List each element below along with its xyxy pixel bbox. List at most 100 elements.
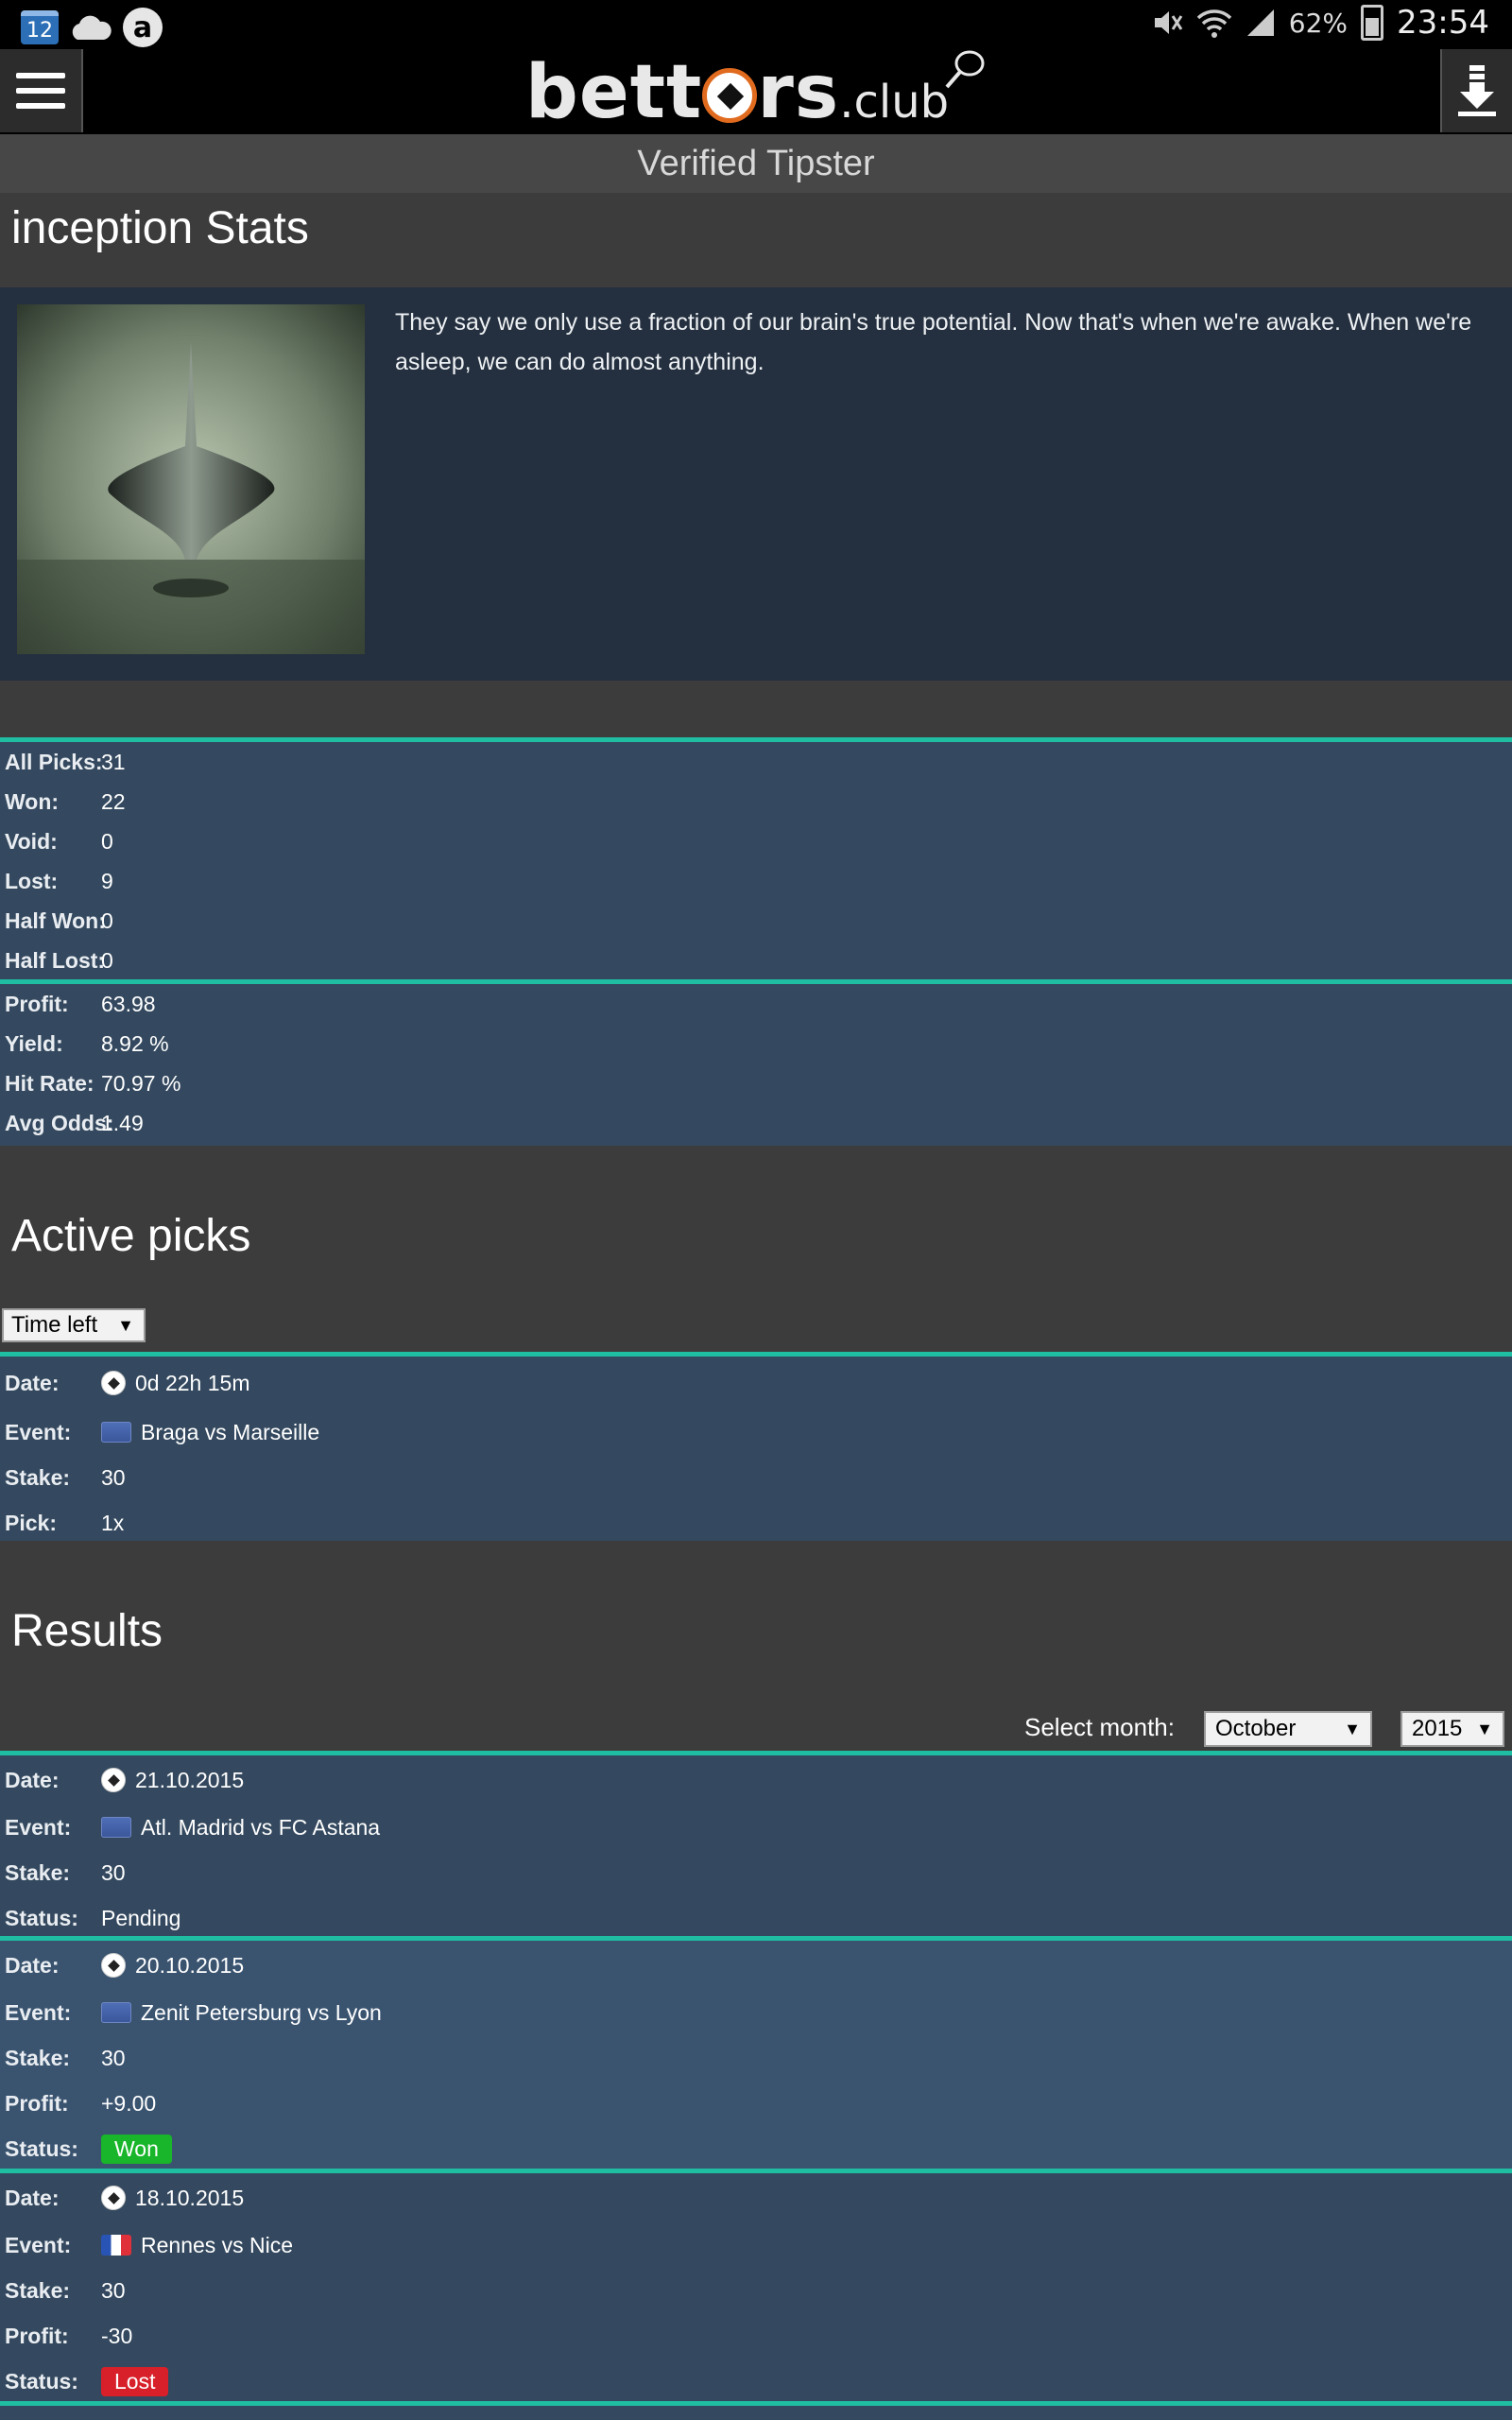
download-button[interactable] (1440, 49, 1512, 132)
result-event[interactable]: Rennes vs Nice (141, 2233, 293, 2258)
stat-value: 63.98 (101, 991, 156, 1016)
tennis-racket-icon (945, 50, 985, 89)
stat-row: Hit Rate: 70.97 % (0, 1063, 1512, 1103)
stat-label: All Picks: (5, 749, 103, 774)
picks-stats-panel: All Picks: 31 Won: 22 Void: 0 Lost: 9 Half W… (0, 737, 1512, 981)
status-badge-won: Won (101, 2134, 172, 2164)
pick-event[interactable]: Braga vs Marseille (141, 1420, 319, 1445)
stat-label: Profit: (5, 991, 69, 1016)
status-badge-lost: Lost (101, 2366, 169, 2396)
result-event-row: Event: Zenit Petersburg vs Lyon (0, 1990, 1512, 2035)
battery-icon (1361, 5, 1384, 41)
active-pick-card: Date: 0d 22h 15m Event: Braga vs Marseil… (0, 1352, 1512, 1541)
result-stake-row: Stake: 30 (0, 2270, 1512, 2311)
month-select-value: October (1215, 1716, 1297, 1741)
stat-label: Half Won: (5, 908, 106, 933)
stat-value: 0 (101, 828, 113, 854)
result-status-label: Status: (5, 2135, 78, 2161)
performance-stats-panel: Profit: 63.98 Yield: 8.92 % Hit Rate: 70.97… (0, 979, 1512, 1146)
stat-value: 0 (101, 908, 113, 933)
stat-label: Half Lost: (5, 947, 106, 973)
pick-event-row: Event: Braga vs Marseille (0, 1409, 1512, 1455)
pick-stake: 30 (101, 1464, 126, 1490)
eu-flag-icon (101, 1817, 131, 1838)
pick-pick-row: Pick: 1x (0, 1500, 1512, 1546)
result-date-row: Date: 20.10.2015 (0, 1945, 1512, 1986)
pick-date: 0d 22h 15m (135, 1370, 250, 1395)
stat-value: 31 (101, 749, 126, 774)
stat-value: 0 (101, 947, 113, 973)
active-picks-heading: Active picks (11, 1211, 251, 1261)
app-a-icon: a (123, 8, 163, 47)
result-card: Date: 20.10.2015 Event: Zenit Petersburg… (0, 1936, 1512, 2170)
eu-flag-icon (101, 2002, 131, 2023)
year-select[interactable]: 2015 ▼ (1400, 1711, 1504, 1747)
stat-row: Profit: 63.98 (0, 984, 1512, 1024)
stat-row: Half Lost: 0 (0, 941, 1512, 980)
profile-bio: They say we only use a fraction of our b… (395, 309, 1472, 375)
logo-club: .club (839, 76, 950, 129)
stat-value: 70.97 % (101, 1070, 181, 1096)
hamburger-menu-button[interactable] (0, 49, 83, 132)
france-flag-icon (101, 2235, 131, 2256)
soccer-ball-icon (101, 1371, 126, 1395)
cloud-icon (72, 15, 112, 40)
result-event-label: Event: (5, 2232, 72, 2257)
dropdown-arrow-icon: ▼ (117, 1315, 134, 1335)
result-date-label: Date: (5, 2185, 60, 2210)
result-date-row: Date: 18.10.2015 (0, 2177, 1512, 2219)
clock: 23:54 (1397, 4, 1489, 42)
result-event-label: Event: (5, 1999, 72, 2025)
stat-label: Yield: (5, 1030, 63, 1056)
result-profit-label: Profit: (5, 2090, 69, 2116)
soccer-ball-icon (101, 2186, 126, 2210)
stat-value: 22 (101, 788, 126, 814)
dropdown-arrow-icon: ▼ (1476, 1719, 1493, 1738)
select-month-label: Select month: (1024, 1713, 1175, 1741)
result-event[interactable]: Zenit Petersburg vs Lyon (141, 2000, 382, 2026)
soccer-ball-icon (101, 1953, 126, 1978)
result-date: 20.10.2015 (135, 1952, 245, 1978)
menu-bar (16, 73, 65, 78)
result-stake-label: Stake: (5, 2277, 71, 2303)
signal-icon (1246, 9, 1274, 36)
status-bar: 12 a 62% 23:54 (0, 0, 1512, 49)
result-stake: 30 (101, 2045, 126, 2070)
menu-bar (16, 88, 65, 94)
eu-flag-icon (101, 1422, 131, 1443)
result-stake: 30 (101, 1859, 126, 1885)
result-stake-label: Stake: (5, 2045, 71, 2070)
result-stake-row: Stake: 30 (0, 1852, 1512, 1893)
result-date: 21.10.2015 (135, 1767, 245, 1792)
download-icon (1458, 65, 1496, 116)
results-heading: Results (11, 1606, 163, 1656)
result-event-label: Event: (5, 1814, 72, 1840)
sort-select[interactable]: Time left ▼ (2, 1308, 146, 1342)
result-stake: 30 (101, 2277, 126, 2303)
stat-value: 9 (101, 868, 113, 893)
pick-date-label: Date: (5, 1370, 60, 1395)
result-date-row: Date: 21.10.2015 (0, 1759, 1512, 1801)
result-stake-label: Stake: (5, 1859, 71, 1885)
result-status-label: Status: (5, 1905, 78, 1930)
result-event-row: Event: Atl. Madrid vs FC Astana (0, 1805, 1512, 1850)
stat-row: Lost: 9 (0, 861, 1512, 901)
stat-value: 1.49 (101, 1110, 144, 1135)
site-logo[interactable]: bett rs .club (525, 50, 992, 130)
result-card: Date: 21.10.2015 Event: Atl. Madrid vs F… (0, 1751, 1512, 1938)
result-status-row: Status: Lost (0, 2360, 1512, 2402)
stat-label: Lost: (5, 868, 59, 893)
month-select[interactable]: October ▼ (1204, 1711, 1372, 1747)
pick-date-row: Date: 0d 22h 15m (0, 1360, 1512, 1406)
result-profit-row: Profit: -30 (0, 2315, 1512, 2357)
result-event[interactable]: Atl. Madrid vs FC Astana (141, 1815, 380, 1841)
result-card: Date: 18.10.2015 Event: Rennes vs Nice S… (0, 2169, 1512, 2403)
result-status-row: Status: Pending (0, 1897, 1512, 1939)
mute-icon (1154, 11, 1183, 34)
status-text: Pending (101, 1905, 181, 1930)
battery-percent: 62% (1288, 7, 1349, 39)
profile-card: They say we only use a fraction of our b… (0, 287, 1512, 681)
result-card-partial (0, 2401, 1512, 2420)
stat-label: Avg Odds: (5, 1110, 114, 1135)
soccer-ball-icon (101, 1768, 126, 1792)
